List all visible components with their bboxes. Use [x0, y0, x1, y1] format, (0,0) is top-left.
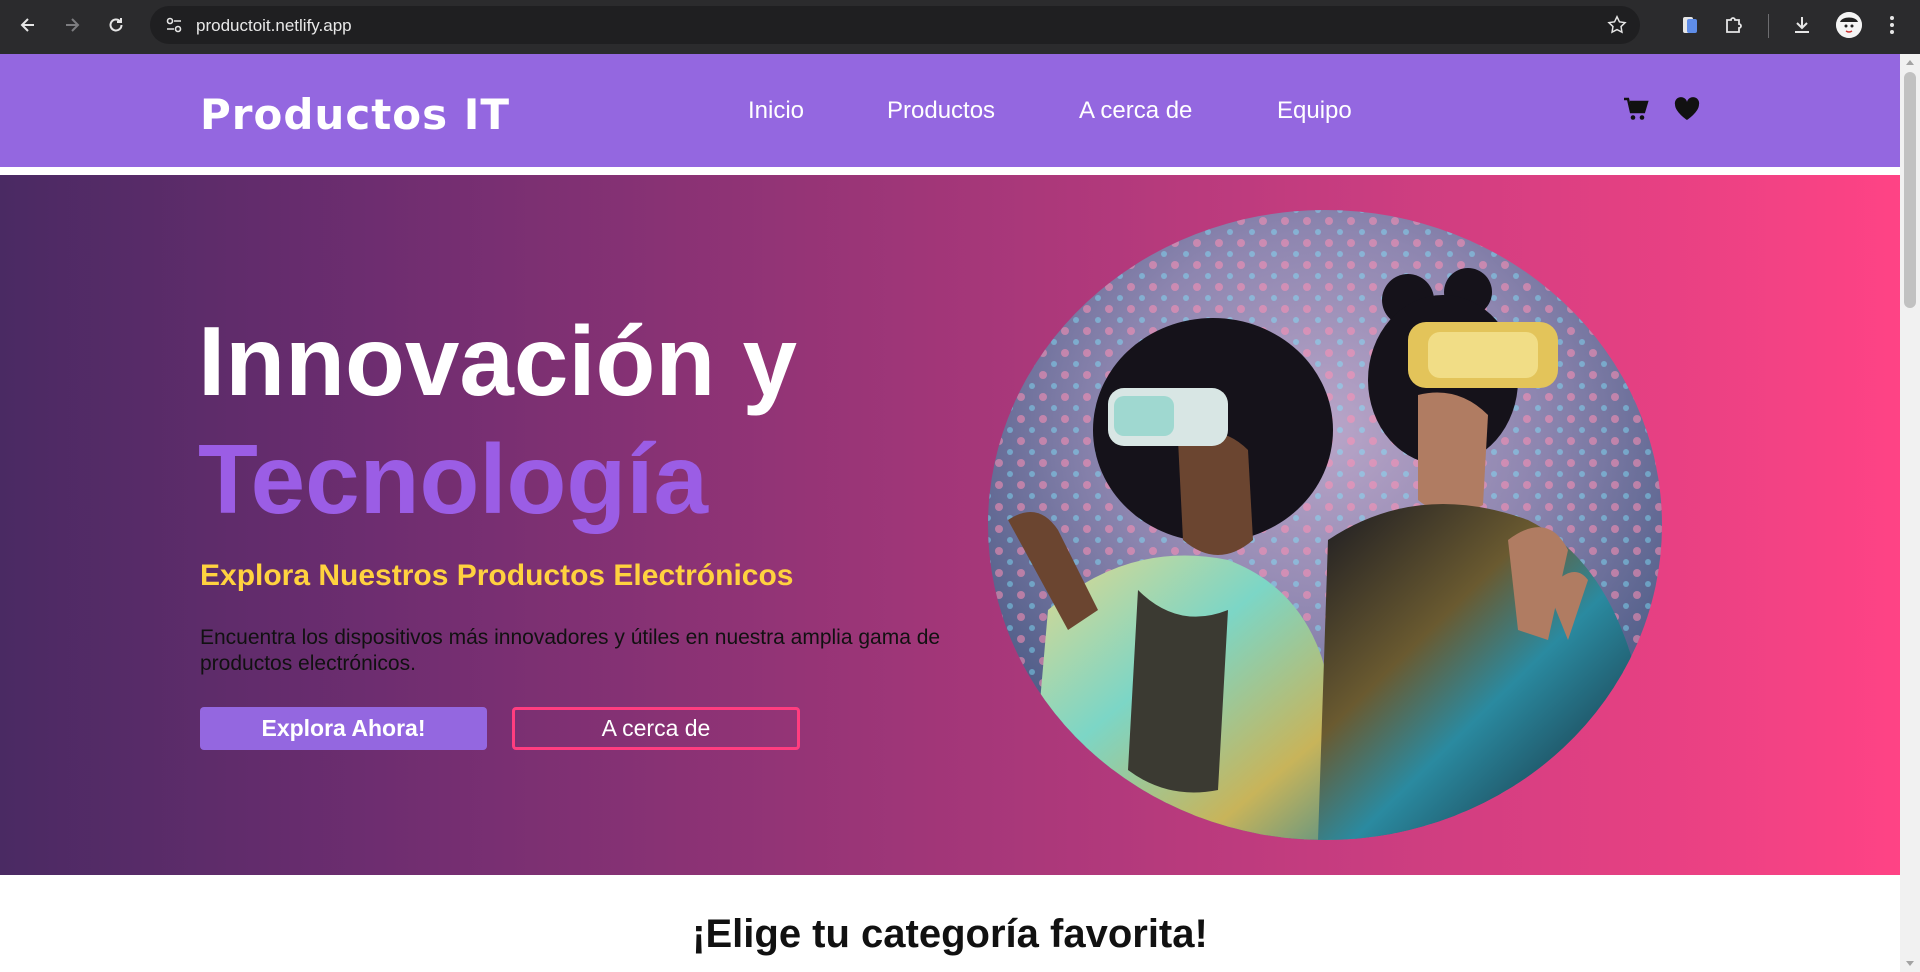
hero-title-line2: Tecnología [198, 424, 709, 534]
forward-button[interactable] [58, 11, 86, 39]
cart-icon[interactable] [1622, 96, 1650, 122]
scroll-up-arrow-icon[interactable] [1906, 60, 1914, 65]
menu-kebab-icon[interactable] [1880, 13, 1904, 37]
url-text[interactable]: productoit.netlify.app [196, 16, 352, 36]
download-icon[interactable] [1790, 13, 1814, 37]
scrollbar-thumb[interactable] [1904, 72, 1916, 308]
heart-icon[interactable] [1673, 96, 1701, 122]
page-scrollbar[interactable] [1900, 54, 1920, 972]
site-header: Productos IT Inicio Productos A cerca de… [0, 54, 1900, 167]
arrow-left-icon [20, 18, 34, 32]
browser-toolbar: productoit.netlify.app [0, 0, 1920, 54]
nav-link-equipo[interactable]: Equipo [1277, 97, 1352, 125]
web-page: Productos IT Inicio Productos A cerca de… [0, 54, 1900, 972]
puzzle-extensions-icon[interactable] [1722, 13, 1746, 37]
avatar-icon [1836, 12, 1862, 38]
extension-icon[interactable] [1678, 13, 1702, 37]
hero-subtitle: Explora Nuestros Productos Electrónicos [200, 559, 794, 592]
about-button[interactable]: A cerca de [512, 707, 800, 750]
vr-people-illustration [988, 210, 1662, 840]
arrow-right-icon [66, 18, 80, 32]
scroll-down-arrow-icon[interactable] [1906, 961, 1914, 966]
nav-link-productos[interactable]: Productos [887, 97, 995, 125]
bookmark-star-icon[interactable] [1606, 14, 1628, 36]
toolbar-separator [1768, 14, 1769, 38]
site-info-icon[interactable] [164, 15, 184, 35]
nav-link-acerca[interactable]: A cerca de [1079, 97, 1192, 125]
address-bar[interactable]: productoit.netlify.app [150, 6, 1640, 44]
reload-button[interactable] [102, 11, 130, 39]
header-divider [0, 167, 1900, 175]
back-button[interactable] [14, 11, 42, 39]
nav-link-inicio[interactable]: Inicio [748, 97, 804, 125]
reload-icon [109, 18, 123, 32]
site-logo[interactable]: Productos IT [200, 90, 510, 139]
hero-title-line1: Innovación y [198, 306, 798, 416]
hero-section: Innovación y Tecnología Explora Nuestros… [0, 175, 1900, 875]
categories-title: ¡Elige tu categoría favorita! [692, 912, 1208, 956]
profile-avatar[interactable] [1836, 12, 1862, 38]
hero-vr-image [988, 210, 1662, 840]
hero-description: Encuentra los dispositivos más innovador… [200, 626, 941, 675]
explore-now-button[interactable]: Explora Ahora! [200, 707, 487, 750]
